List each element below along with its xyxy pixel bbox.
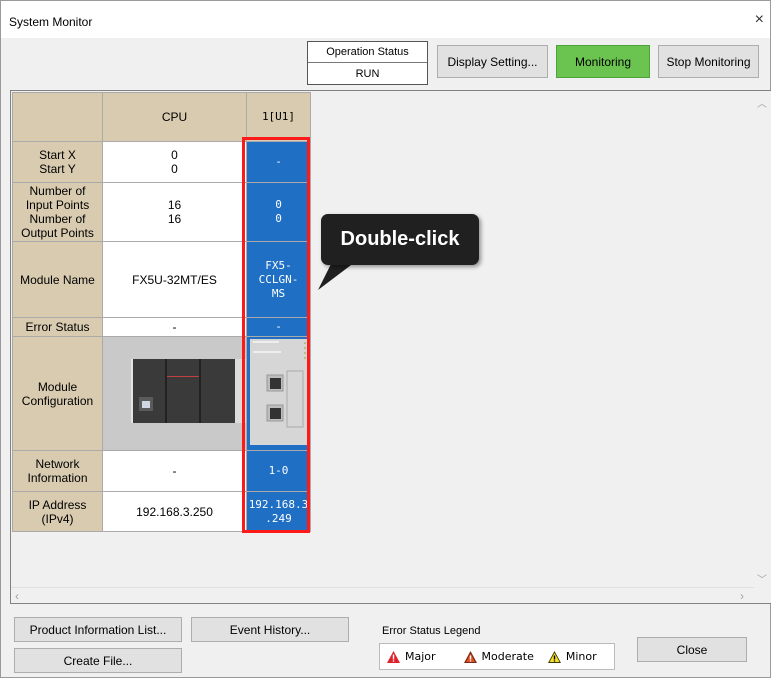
event-history-button[interactable]: Event History... — [191, 617, 349, 642]
module-table: CPU 1[U1] Start X Start Y 00 - Number of I… — [12, 92, 311, 532]
module-start-cell[interactable]: - — [246, 141, 311, 183]
close-icon[interactable]: × — [755, 12, 764, 28]
row-label-ip: IP Address (IPv4) — [12, 491, 103, 532]
major-error-icon — [387, 650, 400, 663]
window-title: System Monitor — [9, 15, 93, 29]
legend-moderate: Moderate — [463, 650, 534, 663]
column-header-module: 1[U1] — [246, 92, 311, 142]
minor-error-icon — [547, 650, 561, 663]
row-label-points: Number of Input Points Number of Output Poi… — [12, 182, 103, 242]
row-label-module-name: Module Name — [12, 241, 103, 318]
double-click-callout: Double-click — [321, 214, 479, 265]
scroll-right-icon[interactable]: › — [740, 589, 744, 603]
operation-status-value: RUN — [355, 68, 380, 80]
create-file-button[interactable]: Create File... — [14, 648, 182, 673]
module-network-cell[interactable]: 1-0 — [246, 450, 311, 492]
error-status-legend: Major Moderate Minor — [379, 643, 615, 670]
cpu-points-cell[interactable]: 16 16 — [102, 182, 247, 242]
module-grid-panel: CPU 1[U1] Start X Start Y 00 - Number of I… — [10, 90, 771, 604]
system-monitor-window: System Monitor × Operation Status RUN Di… — [0, 0, 771, 678]
cpu-ip-cell[interactable]: 192.168.3.250 — [102, 491, 247, 532]
row-label-error-status: Error Status — [12, 317, 103, 337]
display-setting-button[interactable]: Display Setting... — [437, 45, 548, 78]
vertical-scrollbar[interactable]: ︿ ﹀ — [753, 91, 770, 588]
moderate-error-icon — [463, 650, 477, 663]
module-name-cell[interactable]: FX5- CCLGN- MS — [246, 241, 311, 318]
scroll-left-icon[interactable]: ‹ — [15, 589, 19, 603]
monitoring-button[interactable]: Monitoring — [556, 45, 650, 78]
cpu-module-image[interactable] — [102, 336, 247, 451]
cpu-network-cell[interactable]: - — [102, 450, 247, 492]
cpu-start-cell[interactable]: 00 — [102, 141, 247, 183]
column-header-cpu: CPU — [102, 92, 247, 142]
legend-major: Major — [387, 650, 436, 663]
legend-minor: Minor — [547, 650, 597, 663]
scroll-up-icon[interactable]: ︿ — [757, 95, 767, 110]
horizontal-scrollbar[interactable]: ‹ › — [11, 587, 754, 603]
module-ip-cell[interactable]: 192.168.3.249 — [246, 491, 311, 532]
scroll-down-icon[interactable]: ﹀ — [757, 571, 767, 586]
row-label-start: Start X Start Y — [12, 141, 103, 183]
error-status-legend-label: Error Status Legend — [382, 625, 481, 637]
stop-monitoring-button[interactable]: Stop Monitoring — [658, 45, 759, 78]
plc-cpu-icon — [103, 337, 246, 447]
row-label-network: Network Information — [12, 450, 103, 492]
operation-status-box: Operation Status RUN — [307, 41, 428, 85]
cpu-module-name-cell[interactable]: FX5U-32MT/ES — [102, 241, 247, 318]
module-error-status-cell[interactable]: - — [246, 317, 311, 337]
close-button[interactable]: Close — [637, 637, 747, 662]
network-module-icon — [250, 339, 307, 445]
cpu-error-status-cell[interactable]: - — [102, 317, 247, 337]
module-points-cell[interactable]: 00 — [246, 182, 311, 242]
corner-header — [12, 92, 103, 142]
title-bar: System Monitor × — [1, 1, 770, 38]
operation-status-label: Operation Status — [308, 42, 427, 63]
module-image-cell[interactable] — [246, 336, 311, 451]
row-label-module-config: Module Configuration — [12, 336, 103, 451]
product-information-list-button[interactable]: Product Information List... — [14, 617, 182, 642]
